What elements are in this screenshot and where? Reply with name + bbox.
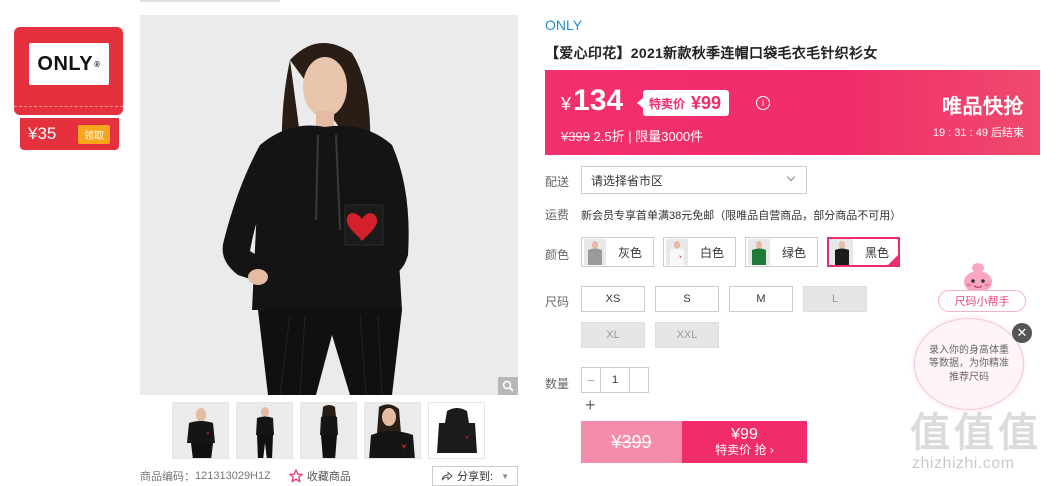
size-helper-message: 录入你的身高体重等数据，为你精准推荐尺码 — [929, 344, 1009, 383]
thumbnail-strip — [172, 402, 485, 459]
share-icon — [441, 470, 453, 481]
color-label: 颜色 — [545, 248, 570, 262]
color-swatch-black — [831, 239, 853, 265]
brand-link[interactable]: ONLY — [545, 17, 582, 33]
quantity-stepper: − 1 — [581, 367, 649, 393]
thumbnail-2[interactable] — [236, 402, 293, 459]
product-title: 【爱心印花】2021新款秋季连帽口袋毛衣毛针织衫女 — [545, 45, 878, 61]
size-helper-button[interactable]: 尺码小帮手 — [938, 290, 1026, 312]
countdown: 19 : 31 : 49 后结束 — [933, 124, 1024, 140]
badge-divider — [14, 106, 123, 107]
shipping-label: 运费 — [545, 208, 570, 222]
current-price-value: 134 — [573, 84, 624, 117]
countdown-suffix: 后结束 — [991, 127, 1024, 139]
size-option-xs[interactable]: XS — [581, 286, 645, 312]
info-icon[interactable]: i — [756, 96, 770, 110]
thumbnail-3[interactable] — [300, 402, 357, 459]
color-option-label: 黑色 — [865, 245, 890, 260]
color-swatch-gray — [584, 239, 606, 265]
quantity-decrease-button[interactable]: − — [581, 367, 601, 393]
close-icon[interactable]: ✕ — [1012, 323, 1032, 343]
size-option-xl: XL — [581, 322, 645, 348]
size-option-xxl: XXL — [655, 322, 719, 348]
color-option-black[interactable]: 黑色 — [827, 237, 900, 267]
watermark-glyphs: 值值值 — [910, 411, 1042, 455]
size-helper-bubble[interactable]: 录入你的身高体重等数据，为你精准推荐尺码 — [914, 318, 1024, 410]
color-option-white[interactable]: 白色 — [663, 237, 736, 267]
coupon-amount: ¥35 — [28, 124, 57, 143]
quantity-increase-button[interactable]: + — [585, 395, 596, 416]
chevron-down-icon — [786, 172, 796, 182]
original-price-buy-label: ¥399 — [611, 431, 652, 452]
current-price: ¥ 134 — [561, 84, 623, 118]
original-price: ¥399 — [561, 129, 590, 144]
price-banner: ¥ 134 特卖价 ¥99 i ¥399 2.5折 | 限量3000件 唯品快抢… — [545, 70, 1040, 155]
delivery-label: 配送 — [545, 175, 570, 189]
chevron-down-icon: ▼ — [501, 471, 509, 481]
color-option-gray[interactable]: 灰色 — [581, 237, 654, 267]
store-logo: ONLY ® — [29, 43, 109, 85]
currency-symbol: ¥ — [561, 94, 572, 114]
thumbnail-4[interactable] — [364, 402, 421, 459]
region-select-placeholder: 请选择省市区 — [591, 173, 664, 188]
chevron-right-icon: › — [769, 443, 774, 458]
zoom-icon[interactable] — [498, 377, 518, 395]
quantity-input-end — [629, 367, 649, 393]
special-buy-value: ¥99 — [731, 425, 758, 443]
size-option-m[interactable]: M — [729, 286, 793, 312]
color-swatch-white — [666, 239, 688, 265]
size-option-l: L — [803, 286, 867, 312]
quantity-label: 数量 — [545, 377, 570, 391]
region-select[interactable]: 请选择省市区 — [581, 166, 807, 194]
special-buy-label: 特卖价 抢 › — [715, 443, 774, 458]
special-price-value: ¥99 — [691, 92, 722, 113]
store-coupon[interactable]: ¥35 领取 — [20, 118, 119, 150]
original-price-buy-button[interactable]: ¥399 — [581, 421, 682, 463]
discount-text: 2.5折 — [593, 129, 625, 144]
share-button[interactable]: 分享到: ▼ — [432, 466, 518, 486]
shipping-text: 新会员专享首单满38元免邮（限唯品自营商品，部分商品不可用） — [581, 210, 902, 222]
size-option-s[interactable]: S — [655, 286, 719, 312]
color-option-green[interactable]: 绿色 — [745, 237, 818, 267]
limit-text: | 限量3000件 — [628, 129, 704, 144]
selected-check-icon — [887, 254, 899, 266]
special-price-tag: 特卖价 ¥99 — [636, 90, 730, 116]
store-logo-badge[interactable]: ONLY ® — [14, 27, 123, 115]
watermark-site: zhizhizhi.com — [912, 455, 1015, 472]
special-price-buy-button[interactable]: ¥99 特卖价 抢 › — [682, 421, 807, 463]
coupon-claim-button[interactable]: 领取 — [78, 124, 110, 144]
size-label: 尺码 — [545, 295, 570, 309]
store-logo-text: ONLY — [37, 52, 94, 75]
color-option-label: 白色 — [700, 245, 725, 260]
thumbnail-1[interactable] — [172, 402, 229, 459]
color-option-label: 绿色 — [782, 245, 807, 260]
product-code-label: 商品编码： — [140, 471, 195, 483]
registered-mark: ® — [94, 59, 101, 69]
top-divider — [140, 0, 280, 2]
countdown-timer: 19 : 31 : 49 — [932, 127, 988, 139]
size-options: XS S M L XL XXL — [581, 286, 867, 348]
special-price-label: 特卖价 — [649, 96, 686, 111]
share-label: 分享到: — [457, 471, 494, 483]
watermark: 值值值 zhizhizhi.com — [910, 400, 1055, 484]
color-options: 灰色 白色 绿色 黑色 — [581, 237, 900, 267]
flash-sale-title: 唯品快抢 — [942, 96, 1024, 118]
color-swatch-green — [748, 239, 770, 265]
buy-bar: ¥399 ¥99 特卖价 抢 › — [581, 421, 807, 463]
price-subline: ¥399 2.5折 | 限量3000件 — [561, 126, 703, 145]
favorite-label: 收藏商品 — [306, 471, 351, 483]
star-icon — [288, 469, 303, 483]
quantity-input[interactable]: 1 — [601, 367, 629, 393]
product-main-image[interactable] — [140, 15, 518, 395]
thumbnail-5[interactable] — [428, 402, 485, 459]
model-illustration — [222, 43, 409, 395]
product-meta-row: 商品编码： 121313029H1Z 收藏商品 — [140, 468, 351, 484]
product-code-value: 121313029H1Z — [195, 470, 271, 482]
favorite-button[interactable]: 收藏商品 — [288, 468, 351, 484]
color-option-label: 灰色 — [618, 245, 643, 260]
